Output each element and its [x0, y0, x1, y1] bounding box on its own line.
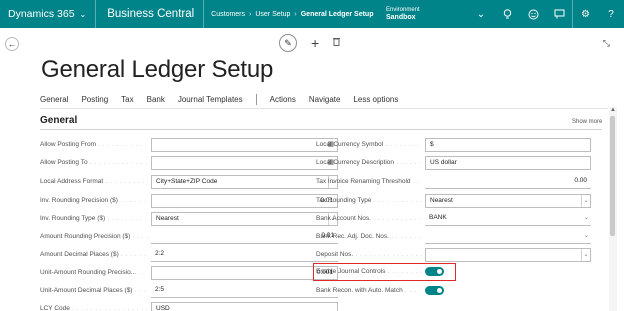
- amount-decimal-places-input[interactable]: 2:2: [151, 248, 338, 262]
- field-label: LCY Code: [40, 302, 148, 311]
- environment-label: Environment: [386, 7, 420, 13]
- tab-journal-templates[interactable]: Journal Templates: [178, 95, 243, 104]
- field-label: Unit-Amount Decimal Places ($): [40, 284, 148, 298]
- chevron-down-icon[interactable]: ⌄: [581, 249, 590, 261]
- allow-posting-from-input[interactable]: ▦: [151, 138, 338, 152]
- field-value: Nearest: [156, 215, 179, 222]
- chat-icon[interactable]: [546, 0, 572, 28]
- menu-navigate[interactable]: Navigate: [309, 95, 341, 104]
- amount-rounding-precision-input[interactable]: 0.01: [151, 230, 338, 244]
- field-label: Amount Decimal Places ($): [40, 248, 148, 262]
- page-actions: ✎ +: [279, 34, 341, 52]
- tab-posting[interactable]: Posting: [81, 95, 108, 104]
- local-currency-description-input[interactable]: US dollar: [425, 156, 591, 170]
- bank-rec-adj-doc-nos-select[interactable]: ⌄: [425, 230, 591, 244]
- field-label: Allow Posting To: [40, 156, 148, 170]
- lcy-code-input[interactable]: USD: [151, 302, 338, 311]
- highlight-box: [313, 263, 456, 281]
- field-label: Inv. Rounding Type ($): [40, 212, 148, 226]
- inv-rounding-precision-input[interactable]: 0.01: [151, 194, 338, 208]
- field-label: Amount Rounding Precision ($): [40, 230, 148, 244]
- local-currency-symbol-input[interactable]: $: [425, 138, 591, 152]
- field-label: Unit-Amount Rounding Precisio...: [40, 266, 148, 280]
- smiley-icon[interactable]: [520, 0, 546, 28]
- tax-rounding-type-select[interactable]: Nearest ⌄: [425, 194, 591, 208]
- edit-pencil-icon[interactable]: ✎: [279, 34, 297, 52]
- breadcrumb-user-setup[interactable]: User Setup: [255, 11, 290, 18]
- back-button[interactable]: ←: [5, 37, 19, 51]
- environment-indicator[interactable]: Environment Sandbox: [380, 3, 447, 25]
- field-label: Bank Rec. Adj. Doc. Nos.: [316, 230, 422, 244]
- environment-value: Sandbox: [386, 14, 416, 21]
- divider: [40, 108, 608, 109]
- field-value: City+State+ZIP Code: [156, 178, 218, 185]
- chevron-down-icon[interactable]: ⌄: [582, 230, 591, 242]
- unit-amount-decimal-places-input[interactable]: 2:5: [151, 284, 338, 298]
- tax-invoice-renaming-threshold-input[interactable]: 0.00: [425, 175, 591, 189]
- gear-icon[interactable]: ⚙: [572, 0, 598, 28]
- field-label: Allow Posting From: [40, 138, 148, 152]
- field-label: Local Currency Symbol: [316, 138, 422, 152]
- show-more-link[interactable]: Show more: [572, 119, 602, 125]
- delete-trash-icon[interactable]: [333, 37, 341, 49]
- scroll-thumb[interactable]: [610, 116, 615, 236]
- field-label: Tax Rounding Type: [316, 194, 422, 208]
- field-label: Deposit Nos.: [316, 248, 422, 262]
- chevron-down-icon: ⌄: [79, 9, 87, 19]
- field-label: Bank Account Nos.: [316, 212, 422, 226]
- action-tabs: General Posting Tax Bank Journal Templat…: [40, 94, 411, 105]
- field-value: Nearest: [430, 197, 453, 204]
- unit-amount-rounding-precision-input[interactable]: 0.001: [151, 266, 338, 280]
- field-label: Local Currency Description: [316, 156, 422, 170]
- bank-recon-auto-match-toggle[interactable]: [425, 286, 444, 295]
- field-label: Bank Recon. with Auto. Match: [316, 284, 422, 298]
- page-title: General Ledger Setup: [41, 56, 274, 83]
- breadcrumb-customers[interactable]: Customers: [211, 11, 245, 18]
- menu-less-options[interactable]: Less options: [353, 95, 398, 104]
- allow-posting-to-input[interactable]: ▦: [151, 156, 338, 170]
- appbar-tools: ⌄ ⚙ ?: [468, 0, 624, 28]
- new-plus-icon[interactable]: +: [311, 35, 319, 51]
- inv-rounding-type-select[interactable]: Nearest ⌄: [151, 212, 338, 226]
- tab-general[interactable]: General: [40, 95, 68, 104]
- field-label: Tax Invoice Renaming Threshold: [316, 175, 422, 189]
- bank-account-nos-select[interactable]: BANK ⌄: [425, 212, 591, 226]
- tab-divider: [255, 94, 257, 105]
- chevron-down-icon[interactable]: ⌄: [582, 212, 591, 224]
- product-name[interactable]: Business Central: [96, 0, 205, 28]
- menu-actions[interactable]: Actions: [270, 95, 296, 104]
- field-label: Local Address Format: [40, 175, 148, 189]
- chevron-right-icon: ›: [249, 10, 252, 18]
- breadcrumb-current: General Ledger Setup: [300, 10, 374, 18]
- help-icon[interactable]: ?: [598, 0, 624, 28]
- app-bar: Dynamics 365 ⌄ Business Central Customer…: [0, 0, 624, 28]
- breadcrumb: Customers › User Setup › General Ledger …: [204, 11, 373, 18]
- lightbulb-icon[interactable]: [494, 0, 520, 28]
- chevron-right-icon: ›: [294, 10, 297, 18]
- scroll-up-icon[interactable]: ▲: [610, 107, 616, 113]
- field-value: BANK: [429, 214, 447, 221]
- chevron-down-icon[interactable]: ⌄: [581, 195, 590, 207]
- tab-tax[interactable]: Tax: [121, 95, 133, 104]
- tab-bank[interactable]: Bank: [147, 95, 165, 104]
- app-launcher[interactable]: Dynamics 365 ⌄: [0, 0, 97, 28]
- field-label: Inv. Rounding Precision ($): [40, 194, 148, 208]
- app-name: Dynamics 365: [8, 8, 75, 20]
- section-title-general[interactable]: General: [40, 115, 77, 126]
- deposit-nos-select[interactable]: ⌄: [425, 248, 591, 262]
- local-address-format-select[interactable]: City+State+ZIP Code ⌄: [151, 175, 338, 189]
- divider: [40, 129, 602, 130]
- chevron-down-icon[interactable]: ⌄: [468, 0, 494, 28]
- collapse-icon[interactable]: ⤡: [603, 38, 610, 49]
